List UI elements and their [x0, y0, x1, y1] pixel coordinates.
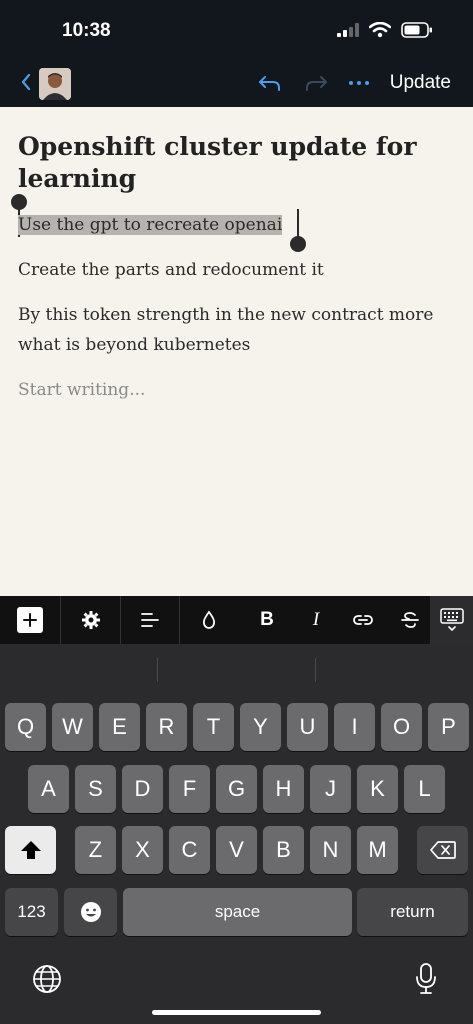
link-button[interactable] [336, 596, 390, 644]
keyboard: Q W E R T Y U I O P A S D F G H J K L Z … [0, 644, 473, 1024]
key-v[interactable]: V [216, 826, 257, 874]
nav-bar: Update [0, 60, 473, 106]
battery-icon [401, 22, 432, 38]
key-c[interactable]: C [169, 826, 210, 874]
droplet-icon [202, 610, 216, 629]
update-button[interactable]: Update [390, 72, 451, 94]
space-key[interactable]: space [123, 888, 352, 936]
status-time: 10:38 [62, 20, 111, 41]
paragraph[interactable]: Create the parts and redocument it [18, 255, 448, 285]
selection-end-handle[interactable] [290, 236, 306, 252]
plus-icon [17, 607, 43, 633]
document-title[interactable]: Openshift cluster update for learning [18, 131, 448, 195]
key-e[interactable]: E [99, 703, 140, 751]
align-button[interactable] [121, 596, 180, 644]
key-s[interactable]: S [75, 765, 116, 813]
cellular-signal-icon [337, 23, 359, 37]
selected-text[interactable]: Use the gpt to recreate openai [18, 215, 283, 235]
key-x[interactable]: X [122, 826, 163, 874]
return-key[interactable]: return [357, 888, 468, 936]
key-q[interactable]: Q [5, 703, 46, 751]
start-writing-placeholder[interactable]: Start writing... [18, 375, 448, 405]
insert-block-button[interactable] [0, 596, 61, 644]
redo-icon[interactable] [303, 72, 329, 94]
document-editor[interactable]: Openshift cluster update for learning Us… [0, 107, 473, 596]
wifi-icon [369, 22, 391, 38]
key-t[interactable]: T [193, 703, 234, 751]
emoji-icon [80, 902, 101, 922]
keyboard-dismiss-icon [439, 608, 464, 631]
key-u[interactable]: U [287, 703, 328, 751]
italic-label: I [312, 609, 320, 630]
avatar[interactable] [39, 68, 71, 100]
undo-icon[interactable] [257, 72, 283, 94]
back-chevron-icon[interactable] [18, 70, 34, 94]
italic-button[interactable]: I [296, 596, 336, 644]
numbers-key[interactable]: 123 [5, 888, 58, 936]
key-l[interactable]: L [404, 765, 445, 813]
key-j[interactable]: J [310, 765, 351, 813]
shift-arrow-icon [20, 841, 41, 859]
emoji-key[interactable] [64, 888, 117, 936]
key-y[interactable]: Y [240, 703, 281, 751]
home-indicator[interactable] [152, 1010, 321, 1015]
key-h[interactable]: H [263, 765, 304, 813]
more-options-icon[interactable] [346, 72, 372, 94]
key-f[interactable]: F [169, 765, 210, 813]
key-n[interactable]: N [310, 826, 351, 874]
highlight-button[interactable] [180, 596, 238, 644]
key-b[interactable]: B [263, 826, 304, 874]
key-d[interactable]: D [122, 765, 163, 813]
strikethrough-button[interactable] [390, 596, 430, 644]
link-icon [353, 615, 373, 625]
align-left-icon [141, 613, 159, 627]
key-w[interactable]: W [52, 703, 93, 751]
paragraph[interactable]: By this token strength in the new contra… [18, 300, 448, 360]
backspace-icon [429, 841, 456, 859]
key-a[interactable]: A [28, 765, 69, 813]
format-toolbar: B I [0, 596, 473, 644]
predictive-text-bar [0, 644, 473, 692]
globe-icon[interactable] [31, 963, 63, 995]
block-settings-button[interactable] [61, 596, 121, 644]
selection-end-caret [297, 209, 299, 239]
key-g[interactable]: G [216, 765, 257, 813]
key-p[interactable]: P [428, 703, 469, 751]
key-k[interactable]: K [357, 765, 398, 813]
selected-paragraph[interactable]: Use the gpt to recreate openai [18, 210, 448, 240]
suggestion-divider [157, 658, 158, 682]
key-r[interactable]: R [146, 703, 187, 751]
suggestion-divider [315, 658, 316, 682]
bold-button[interactable]: B [238, 596, 296, 644]
key-m[interactable]: M [357, 826, 398, 874]
hide-keyboard-button[interactable] [430, 596, 473, 644]
status-icons [337, 22, 433, 38]
delete-key[interactable] [417, 826, 468, 874]
shift-key[interactable] [5, 826, 56, 874]
key-o[interactable]: O [381, 703, 422, 751]
microphone-icon[interactable] [412, 962, 440, 996]
gear-icon [81, 611, 100, 629]
top-bar: 10:38 Update [0, 0, 473, 107]
strikethrough-icon [401, 612, 419, 628]
bold-label: B [260, 609, 274, 630]
key-i[interactable]: I [334, 703, 375, 751]
key-z[interactable]: Z [75, 826, 116, 874]
